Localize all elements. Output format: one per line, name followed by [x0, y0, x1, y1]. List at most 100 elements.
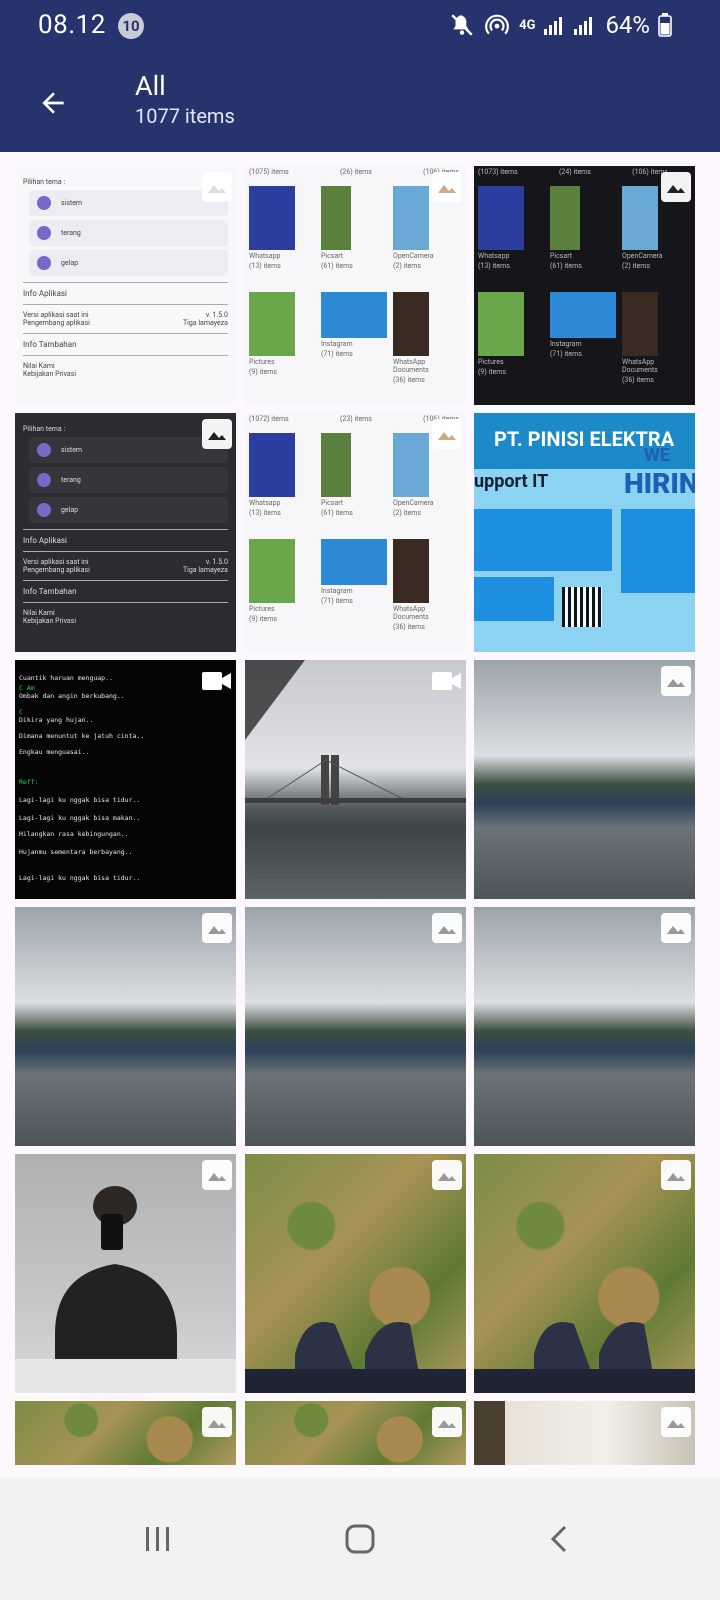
mute-icon: [449, 12, 475, 38]
folder-name: OpenCamera: [393, 499, 434, 507]
recent-apps-button[interactable]: [98, 1478, 218, 1600]
folder-name: Picsart: [550, 252, 573, 260]
home-icon: [345, 1524, 375, 1554]
shoes-photo: [474, 1322, 695, 1393]
terminal-line: Cuantik haruan menguap..: [19, 674, 113, 682]
folder-name: Pictures: [249, 358, 275, 366]
theme-option: gelap: [61, 259, 79, 267]
image-icon: [432, 1160, 462, 1190]
image-icon: [432, 172, 462, 202]
grid-tile-13[interactable]: [15, 1154, 236, 1393]
terminal-line: Ombak dan angin berkubang..: [19, 692, 125, 700]
folder-count: (36) items: [393, 376, 425, 384]
theme-option: gelap: [61, 506, 79, 514]
back-nav-button[interactable]: [500, 1478, 620, 1600]
signal-1-icon: [543, 14, 565, 36]
folder-name: OpenCamera: [622, 252, 663, 260]
folder-name: Picsart: [321, 252, 344, 260]
home-button[interactable]: [300, 1478, 420, 1600]
terminal-line: Hujanmu sementara berbayang..: [19, 848, 133, 856]
folder-count: (13) items: [249, 509, 281, 517]
image-icon: [661, 172, 691, 202]
grid-tile-15[interactable]: [474, 1154, 695, 1393]
folder-count: (71) items: [321, 597, 353, 605]
grid-tile-8[interactable]: [245, 660, 466, 899]
developer-label: Pengembang aplikasi: [23, 319, 90, 327]
terminal-line: Dikira yang hujan..: [19, 716, 94, 724]
back-button[interactable]: [26, 76, 80, 130]
grid-tile-6[interactable]: PT. PINISI ELEKTRA WE HIRING upport IT: [474, 413, 695, 652]
grid-tile-12[interactable]: [474, 907, 695, 1146]
image-icon: [202, 1407, 232, 1437]
grid-tile-2[interactable]: (1075) items (26) items (106) items What…: [245, 166, 466, 405]
settings-extra-heading: Info Tambahan: [23, 587, 77, 596]
image-icon: [661, 913, 691, 943]
folder-count: (2) items: [393, 262, 421, 270]
grid-tile-5[interactable]: (1072) items (23) items (106) items What…: [245, 413, 466, 652]
status-icons: 4G 64%: [449, 10, 672, 40]
terminal-line: Hilangkan rasa kebingungan..: [19, 830, 129, 838]
version-value: v. 1.5.0: [205, 311, 228, 319]
folder-name: Whatsapp: [249, 499, 281, 507]
mirror-selfie-photo: [15, 1186, 236, 1393]
folder-count: (13) items: [249, 262, 281, 270]
bridge-photo: [245, 660, 466, 805]
folder-count: (71) items: [550, 350, 582, 358]
developer-value: Tiga lamayeza: [182, 319, 228, 327]
extra-item: Nilai Kami: [23, 609, 55, 617]
image-icon: [202, 913, 232, 943]
folder-name: Instagram: [550, 340, 582, 348]
settings-info-heading: Info Aplikasi: [23, 289, 68, 298]
settings-theme-heading: Pilihan tema :: [23, 178, 66, 186]
shoes-photo: [245, 1322, 466, 1393]
image-icon: [432, 419, 462, 449]
folder-count: (1073) items: [478, 168, 518, 176]
grid-tile-14[interactable]: [245, 1154, 466, 1393]
battery-percentage: 64%: [605, 11, 650, 39]
grid-tile-7[interactable]: Cuantik haruan menguap.. C Am Ombak dan …: [15, 660, 236, 899]
settings-theme-heading: Pilihan tema :: [23, 425, 66, 433]
theme-option: terang: [61, 476, 81, 484]
image-icon: [432, 913, 462, 943]
grid-tile-16[interactable]: [15, 1401, 236, 1465]
grid-tile-10[interactable]: [15, 907, 236, 1146]
folder-count: (23) items: [340, 415, 372, 423]
folder-name: OpenCamera: [393, 252, 434, 260]
theme-option: sistem: [61, 446, 83, 454]
poster-hiring: HIRING: [624, 467, 695, 500]
image-icon: [202, 1160, 232, 1190]
notification-count-badge: 10: [118, 13, 144, 39]
folder-count: (2) items: [622, 262, 650, 270]
version-label: Versi aplikasi saat ini: [23, 311, 89, 319]
grid-tile-3[interactable]: (1073) items (24) items (106) items What…: [474, 166, 695, 405]
terminal-line: Lagi-lagi ku nggak bisa tidur..: [19, 874, 141, 882]
image-icon: [432, 1407, 462, 1437]
signal-2-icon: [573, 14, 595, 36]
app-header: 08.12 10 4G 64% All 1077 items: [0, 0, 720, 152]
poster-support: upport IT: [474, 471, 549, 492]
folder-count: (9) items: [249, 615, 277, 623]
grid-tile-9[interactable]: [474, 660, 695, 899]
folder-count: (61) items: [550, 262, 582, 270]
network-4g-label: 4G: [519, 17, 536, 33]
folder-count: (24) items: [559, 168, 591, 176]
folder-count: (13) items: [478, 262, 510, 270]
image-icon: [202, 172, 232, 202]
folder-count: (9) items: [249, 368, 277, 376]
folder-name: WhatsApp Documents: [393, 358, 429, 374]
grid-tile-18[interactable]: [474, 1401, 695, 1465]
folder-count: (71) items: [321, 350, 353, 358]
video-icon: [432, 666, 462, 696]
system-navigation-bar: [0, 1478, 720, 1600]
version-value: v. 1.5.0: [205, 558, 228, 566]
status-bar: 08.12 10 4G 64%: [0, 0, 720, 52]
folder-count: (1072) items: [249, 415, 289, 423]
grid-tile-17[interactable]: [245, 1401, 466, 1465]
terminal-line: Dimana menuntut ke jatuh cinta..: [19, 732, 145, 740]
grid-tile-4[interactable]: Pilihan tema : sistem terang gelap Info …: [15, 413, 236, 652]
version-label: Versi aplikasi saat ini: [23, 558, 89, 566]
grid-tile-1[interactable]: Pilihan tema : sistem terang gelap Info …: [15, 166, 236, 405]
album-title: All: [135, 70, 166, 102]
grid-tile-11[interactable]: [245, 907, 466, 1146]
folder-count: (26) items: [340, 168, 372, 176]
